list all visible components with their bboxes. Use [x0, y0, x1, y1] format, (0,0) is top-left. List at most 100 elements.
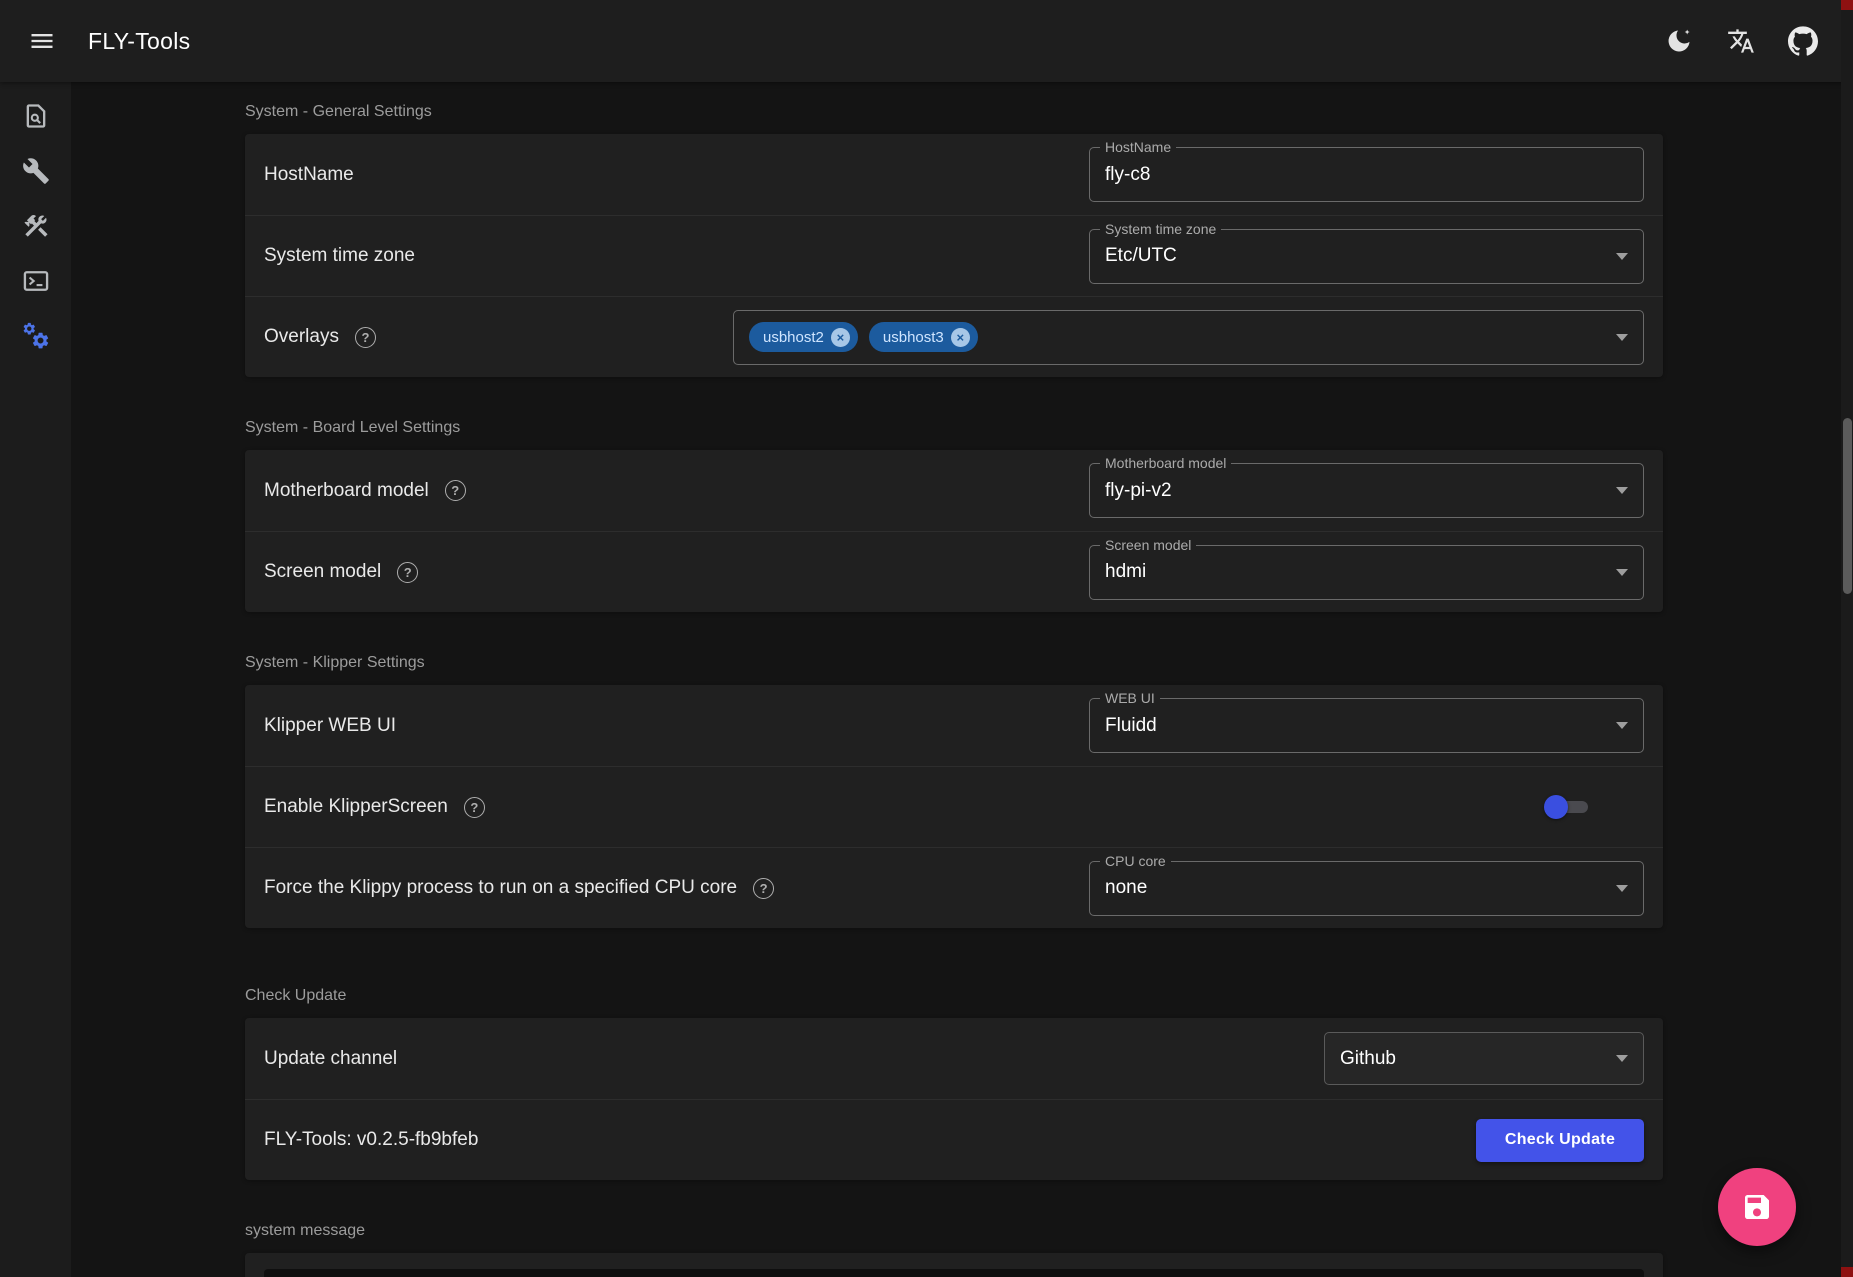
hostname-label: HostName — [264, 164, 354, 186]
menu-button[interactable] — [18, 17, 66, 65]
help-icon[interactable]: ? — [753, 878, 774, 899]
screen-label: Screen model — [264, 561, 381, 583]
app-title: FLY-Tools — [88, 28, 190, 55]
document-search-icon — [22, 102, 50, 130]
webui-select[interactable]: WEB UI Fluidd — [1089, 698, 1644, 753]
screen-select[interactable]: Screen model hdmi — [1089, 545, 1644, 600]
section-title-board: System - Board Level Settings — [245, 417, 1663, 438]
settings-page: System - General Settings HostName HostN… — [71, 82, 1853, 1277]
save-icon — [1741, 1191, 1773, 1223]
chip-remove-icon[interactable]: × — [831, 328, 850, 347]
dropdown-arrow-icon — [1616, 487, 1628, 494]
setting-row-overlays: Overlays ? usbhost2 × usbhost3 × — [245, 296, 1663, 377]
system-message-card — [245, 1253, 1663, 1277]
webui-field-label: WEB UI — [1100, 690, 1160, 707]
setting-row-motherboard: Motherboard model ? Motherboard model fl… — [245, 450, 1663, 531]
chip-label: usbhost3 — [883, 329, 944, 346]
help-icon[interactable]: ? — [445, 480, 466, 501]
toggle-thumb — [1544, 795, 1568, 819]
screen-value: hdmi — [1105, 561, 1146, 583]
app-bar: FLY-Tools — [0, 0, 1853, 82]
scroll-button-top[interactable] — [1841, 0, 1853, 10]
motherboard-label: Motherboard model — [264, 480, 429, 502]
hostname-input[interactable] — [1105, 164, 1628, 186]
check-update-card: Update channel Github FLY-Tools: v0.2.5-… — [245, 1018, 1663, 1180]
wrench-icon — [22, 157, 50, 185]
setting-row-hostname: HostName HostName — [245, 134, 1663, 215]
dropdown-arrow-icon — [1616, 569, 1628, 576]
dropdown-arrow-icon — [1616, 334, 1628, 341]
overlays-multiselect[interactable]: usbhost2 × usbhost3 × — [733, 310, 1644, 365]
sidebar-item-terminal[interactable] — [0, 253, 71, 308]
overlays-label: Overlays — [264, 326, 339, 348]
board-settings-card: Motherboard model ? Motherboard model fl… — [245, 450, 1663, 612]
timezone-field-label: System time zone — [1100, 221, 1221, 238]
sidebar-item-settings[interactable] — [0, 308, 71, 363]
chip-label: usbhost2 — [763, 329, 824, 346]
scrollbar[interactable] — [1841, 0, 1853, 1277]
appbar-actions — [1655, 17, 1827, 65]
overlay-chip-usbhost2: usbhost2 × — [749, 322, 858, 352]
github-button[interactable] — [1779, 17, 1827, 65]
sidebar-item-system-info[interactable] — [0, 88, 71, 143]
dark-mode-icon — [1665, 27, 1693, 55]
dropdown-arrow-icon — [1616, 253, 1628, 260]
section-title-klipper: System - Klipper Settings — [245, 652, 1663, 673]
section-title-general: System - General Settings — [245, 101, 1663, 122]
scroll-button-bottom[interactable] — [1841, 1267, 1853, 1277]
gears-icon — [22, 322, 50, 350]
chip-remove-icon[interactable]: × — [951, 328, 970, 347]
hostname-field-label: HostName — [1100, 139, 1176, 156]
sidebar-item-tools[interactable] — [0, 143, 71, 198]
klipperscreen-label: Enable KlipperScreen — [264, 796, 448, 818]
setting-row-version: FLY-Tools: v0.2.5-fb9bfeb Check Update — [245, 1099, 1663, 1180]
motherboard-select[interactable]: Motherboard model fly-pi-v2 — [1089, 463, 1644, 518]
sidebar — [0, 82, 71, 1277]
setting-row-webui: Klipper WEB UI WEB UI Fluidd — [245, 685, 1663, 766]
setting-row-cpucore: Force the Klippy process to run on a spe… — [245, 847, 1663, 928]
hostname-field[interactable]: HostName — [1089, 147, 1644, 202]
channel-label: Update channel — [264, 1048, 397, 1070]
cpucore-select[interactable]: CPU core none — [1089, 861, 1644, 916]
cpucore-field-label: CPU core — [1100, 853, 1171, 870]
menu-icon — [28, 27, 56, 55]
setting-row-timezone: System time zone System time zone Etc/UT… — [245, 215, 1663, 296]
setting-row-klipperscreen: Enable KlipperScreen ? — [245, 766, 1663, 847]
system-message-console — [264, 1269, 1644, 1277]
help-icon[interactable]: ? — [397, 562, 418, 583]
construction-icon — [22, 212, 50, 240]
cpucore-value: none — [1105, 877, 1147, 899]
general-settings-card: HostName HostName System time zone Syste… — [245, 134, 1663, 377]
klipperscreen-toggle[interactable] — [1544, 794, 1592, 820]
motherboard-field-label: Motherboard model — [1100, 455, 1231, 472]
motherboard-value: fly-pi-v2 — [1105, 480, 1172, 502]
webui-label: Klipper WEB UI — [264, 715, 396, 737]
dark-mode-button[interactable] — [1655, 17, 1703, 65]
overlay-chip-usbhost3: usbhost3 × — [869, 322, 978, 352]
klipper-settings-card: Klipper WEB UI WEB UI Fluidd Enable Klip… — [245, 685, 1663, 928]
save-fab[interactable] — [1718, 1168, 1796, 1246]
terminal-icon — [22, 267, 50, 295]
dropdown-arrow-icon — [1616, 1055, 1628, 1062]
cpucore-label: Force the Klippy process to run on a spe… — [264, 877, 737, 899]
timezone-value: Etc/UTC — [1105, 245, 1177, 267]
timezone-label: System time zone — [264, 245, 415, 267]
sidebar-item-maintenance[interactable] — [0, 198, 71, 253]
check-update-button[interactable]: Check Update — [1476, 1119, 1644, 1162]
help-icon[interactable]: ? — [355, 327, 376, 348]
github-icon — [1788, 26, 1818, 56]
dropdown-arrow-icon — [1616, 722, 1628, 729]
section-title-message: system message — [245, 1220, 1663, 1241]
screen-field-label: Screen model — [1100, 537, 1196, 554]
update-channel-select[interactable]: Github — [1324, 1032, 1644, 1085]
help-icon[interactable]: ? — [464, 797, 485, 818]
webui-value: Fluidd — [1105, 715, 1157, 737]
translate-button[interactable] — [1717, 17, 1765, 65]
scrollbar-thumb[interactable] — [1843, 418, 1852, 594]
setting-row-screen: Screen model ? Screen model hdmi — [245, 531, 1663, 612]
translate-icon — [1727, 27, 1755, 55]
dropdown-arrow-icon — [1616, 885, 1628, 892]
timezone-select[interactable]: System time zone Etc/UTC — [1089, 229, 1644, 284]
setting-row-channel: Update channel Github — [245, 1018, 1663, 1099]
section-title-update: Check Update — [245, 985, 1663, 1006]
